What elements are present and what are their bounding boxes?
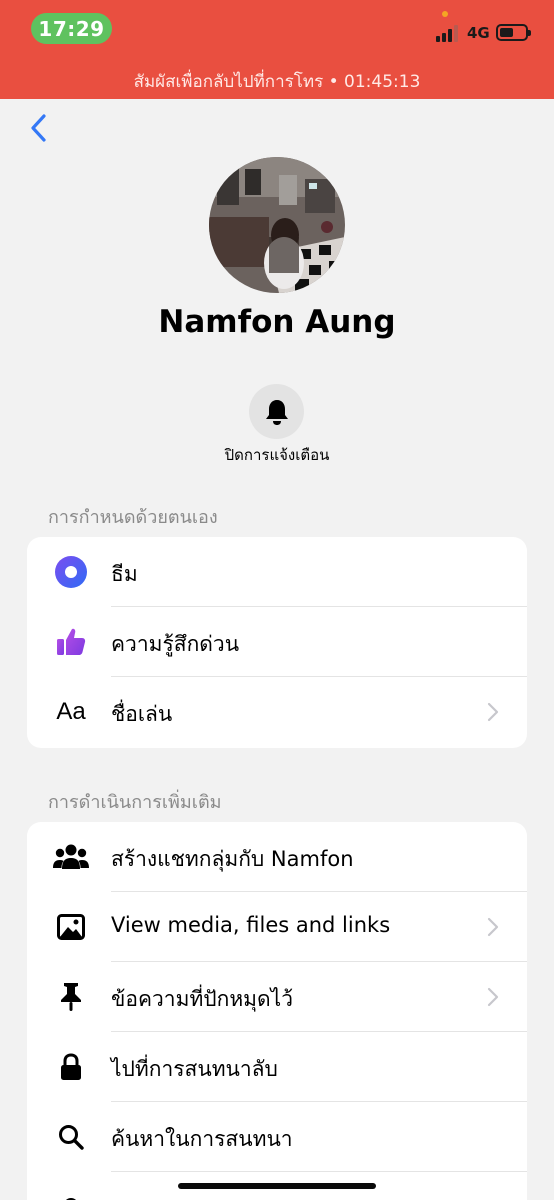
create-group-label: สร้างแชทกลุ่มกับ Namfon [111,847,354,871]
quick-reaction-row[interactable]: ความรู้สึกด่วน [27,607,527,677]
theme-row[interactable]: ธีม [27,537,527,607]
create-group-row[interactable]: สร้างแชทกลุ่มกับ Namfon [27,822,527,892]
search-conversation-label: ค้นหาในการสนทนา [111,1127,293,1151]
signal-icon [436,24,462,42]
secret-conversation-row[interactable]: ไปที่การสนทนาลับ [27,1032,527,1102]
network-type: 4G [467,24,490,42]
theme-label: ธีม [111,562,138,586]
image-icon [53,909,89,945]
home-indicator [178,1183,376,1189]
customize-section-title: การกำหนดด้วยตนเอง [48,507,218,528]
more-actions-card: สร้างแชทกลุ่มกับ Namfon View media, file… [27,822,527,1200]
theme-icon [53,554,89,590]
lock-icon [53,1049,89,1085]
pinned-messages-label: ข้อความที่ปักหมุดไว้ [111,987,294,1011]
thumbs-up-icon [53,624,89,660]
return-to-call-banner[interactable]: สัมผัสเพื่อกลับไปที่การโทร • 01:45:13 [0,68,554,95]
pin-icon [53,979,89,1015]
secret-conversation-label: ไปที่การสนทนาลับ [111,1057,278,1081]
more-actions-section-title: การดำเนินการเพิ่มเติม [48,792,222,813]
back-chevron-icon[interactable] [28,112,52,144]
search-icon [53,1119,89,1155]
chevron-right-icon [487,702,499,722]
nickname-row[interactable]: Aa ชื่อเล่น [27,677,527,747]
customize-card: ธีม ความรู้สึกด่วน Aa ชื่อเล่น [27,537,527,748]
person-icon [53,1189,89,1200]
nickname-label: ชื่อเล่น [111,702,173,726]
mute-notifications-button[interactable] [249,384,304,439]
nickname-icon: Aa [56,698,86,725]
group-icon [53,839,89,875]
mic-indicator-dot [442,11,448,17]
search-conversation-row[interactable]: ค้นหาในการสนทนา [27,1102,527,1172]
chevron-right-icon [487,917,499,937]
view-media-row[interactable]: View media, files and links [27,892,527,962]
battery-icon [496,24,531,41]
mute-notifications-label: ปิดการแจ้งเตือน [224,446,330,464]
avatar[interactable] [209,157,345,293]
profile-name: Namfon Aung [158,304,396,340]
quick-reaction-label: ความรู้สึกด่วน [111,632,240,656]
view-media-label: View media, files and links [111,913,391,937]
bell-icon [265,399,288,425]
status-time: 17:29 [31,13,112,44]
status-bar: 17:29 4G สัมผัสเพื่อกลับไปที่การโทร • 01… [0,0,554,99]
pinned-messages-row[interactable]: ข้อความที่ปักหมุดไว้ [27,962,527,1032]
chevron-right-icon [487,987,499,1007]
